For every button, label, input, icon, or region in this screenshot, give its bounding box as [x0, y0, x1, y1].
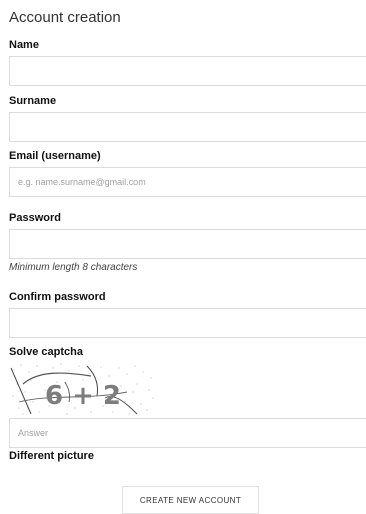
email-field[interactable]	[9, 167, 366, 197]
confirm-password-field[interactable]	[9, 308, 366, 338]
surname-label: Surname	[9, 95, 57, 107]
captcha-answer-field[interactable]	[9, 418, 366, 448]
name-field[interactable]	[9, 56, 366, 86]
password-label: Password	[9, 212, 61, 224]
captcha-label: Solve captcha	[9, 346, 83, 358]
email-label: Email (username)	[9, 150, 101, 162]
password-hint: Minimum length 8 characters	[9, 262, 138, 273]
account-creation-form: Account creation Name Surname Email (use…	[0, 0, 366, 514]
surname-field[interactable]	[9, 112, 366, 142]
name-label: Name	[9, 39, 39, 51]
confirm-password-label: Confirm password	[9, 291, 106, 303]
captcha-image: 6 + 2	[10, 363, 154, 415]
page-title: Account creation	[9, 9, 121, 26]
password-field[interactable]	[9, 229, 366, 259]
captcha-text: 6 + 2	[45, 381, 121, 411]
different-picture-link[interactable]: Different picture	[9, 450, 94, 462]
